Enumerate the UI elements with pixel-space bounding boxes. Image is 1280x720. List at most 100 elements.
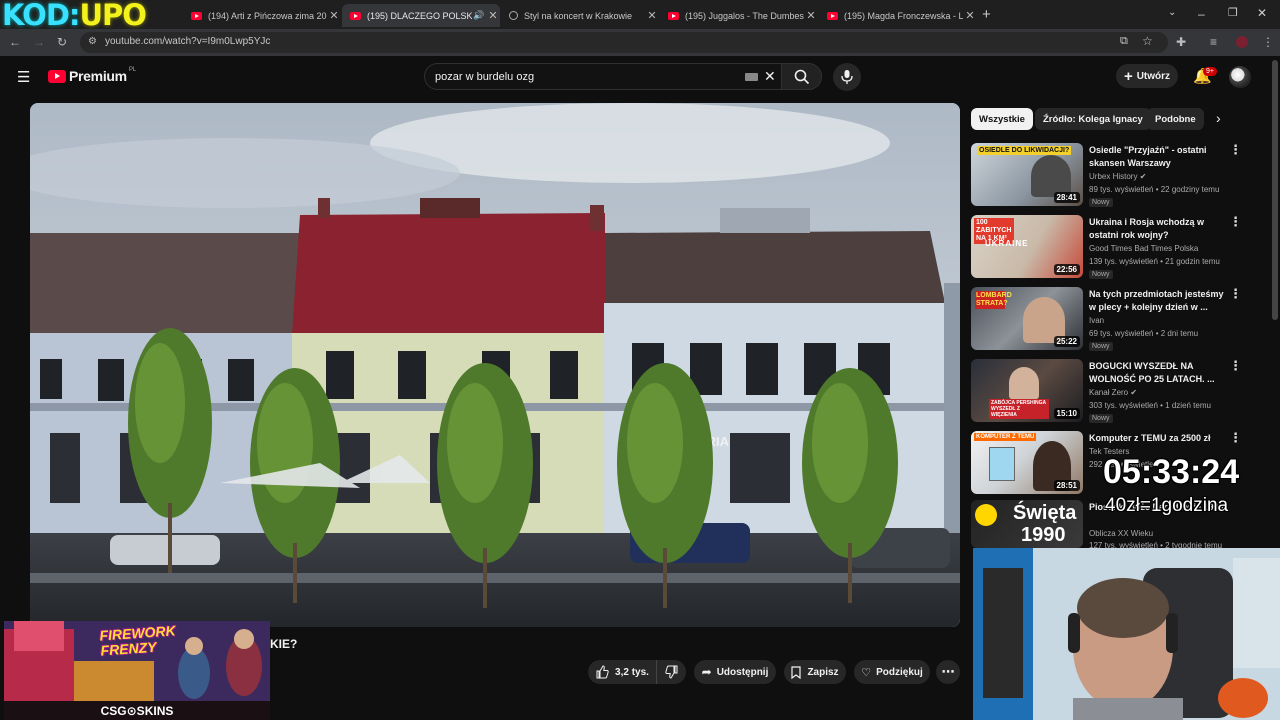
tab-1[interactable]: (194) Arti z Pińczowa zima 2016 ✕: [183, 4, 341, 27]
channel-name[interactable]: Urbex History ✔: [1089, 172, 1146, 181]
sponsor-ad-overlay: FIREWORK FRENZY CSG⊙SKINS: [4, 621, 270, 720]
tab-title: (195) DLACZEGO POLSKIE MIASTA: [367, 10, 472, 21]
recommendation-item[interactable]: OSIEDLE DO LIKWIDACJI? 28:41 Osiedle "Pr…: [971, 143, 1261, 209]
install-icon[interactable]: ⧉: [1120, 35, 1128, 48]
thumbnail[interactable]: OSIEDLE DO LIKWIDACJI? 28:41: [971, 143, 1083, 206]
ad-brand: CSG⊙SKINS: [4, 701, 270, 720]
tab-search-icon[interactable]: ⌄: [1168, 7, 1176, 18]
webcam-streamer-image: [973, 548, 1280, 720]
profile-avatar[interactable]: [1236, 36, 1248, 48]
rec-title[interactable]: Na tych przedmiotach jesteśmy w plecy + …: [1089, 288, 1229, 314]
more-options-icon[interactable]: ⋮: [1229, 359, 1242, 372]
browser-tab-bar: KOD:UPO (194) Arti z Pińczowa zima 2016 …: [0, 0, 1280, 32]
tab-title: (195) Juggalos - The Dumbest: [685, 10, 804, 21]
search-button[interactable]: [781, 63, 822, 90]
logo-part-1: KOD:: [2, 0, 80, 32]
close-icon[interactable]: ✕: [645, 9, 659, 22]
share-button[interactable]: ➦ Udostępnij: [694, 660, 776, 684]
tab-4[interactable]: (195) Juggalos - The Dumbest ✕: [660, 4, 818, 27]
thumb-text-2: UKRAINE: [985, 239, 1029, 248]
logo-text: Premium: [69, 68, 127, 84]
dislike-button[interactable]: [656, 660, 686, 684]
duration: 25:22: [1053, 336, 1080, 347]
hamburger-menu-icon[interactable]: ☰: [17, 68, 30, 86]
webcam-overlay: [973, 548, 1280, 720]
chip-source[interactable]: Źródło: Kolega Ignacy: [1035, 108, 1151, 130]
reading-list-icon[interactable]: ≡: [1210, 35, 1217, 49]
thumb-pc-case: [989, 447, 1015, 481]
thanks-button[interactable]: ♡ Podziękuj: [854, 660, 930, 684]
globe-icon: [509, 11, 518, 20]
extensions-icon[interactable]: ✚: [1176, 35, 1186, 49]
minimize-button[interactable]: –: [1198, 7, 1205, 21]
search-box[interactable]: pozar w burdelu ozg ✕: [424, 63, 822, 90]
ad-game-title: FIREWORK FRENZY: [99, 622, 177, 658]
forward-icon[interactable]: →: [33, 35, 45, 49]
search-input[interactable]: pozar w burdelu ozg: [435, 71, 534, 83]
rec-title[interactable]: Komputer z TEMU za 2500 zł: [1089, 432, 1229, 445]
account-avatar[interactable]: [1229, 66, 1251, 88]
chip-all[interactable]: Wszystkie: [971, 108, 1033, 130]
thumbnail[interactable]: KOMPUTER Z TEMU 28:51: [971, 431, 1083, 494]
create-button[interactable]: + Utwórz: [1116, 64, 1178, 88]
video-frame-townhouses: ERIA: [30, 103, 960, 627]
thumbnail[interactable]: Święta 1990: [971, 500, 1083, 548]
share-label: Udostępnij: [716, 666, 769, 678]
recommendation-item[interactable]: 100 ZABITYCH NA 1 KM² UKRAINE 22:56 Ukra…: [971, 215, 1261, 281]
back-icon[interactable]: ←: [9, 35, 21, 49]
recommendation-item[interactable]: LOMBARD STRATA? 25:22 Na tych przedmiota…: [971, 287, 1261, 353]
thumbnail[interactable]: LOMBARD STRATA? 25:22: [971, 287, 1083, 350]
address-bar[interactable]: ⚙ youtube.com/watch?v=I9m0Lwp5YJc ⧉ ☆: [80, 32, 1168, 53]
voice-search-button[interactable]: [833, 63, 861, 91]
channel-name[interactable]: Ivan: [1089, 316, 1104, 325]
keyboard-icon[interactable]: [745, 73, 758, 81]
rec-title[interactable]: BOGUCKI WYSZEDŁ NA WOLNOŚĆ PO 25 LATACH.…: [1089, 360, 1229, 386]
tab-5[interactable]: (195) Magda Fronczewska - Lal ✕: [819, 4, 977, 27]
thumb-person: [1031, 155, 1071, 197]
thumb-text: Święta: [1013, 502, 1077, 524]
clear-search-icon[interactable]: ✕: [764, 68, 776, 85]
channel-name[interactable]: Oblicza XX Wieku: [1089, 529, 1153, 538]
speaker-icon[interactable]: 🔊: [472, 10, 486, 21]
video-player[interactable]: ERIA: [30, 103, 960, 627]
close-icon[interactable]: ✕: [963, 9, 977, 22]
menu-kebab-icon[interactable]: ⋮: [1262, 35, 1274, 49]
rec-title[interactable]: Osiedle "Przyjaźń" - ostatni skansen War…: [1089, 144, 1229, 170]
more-options-icon[interactable]: ⋮: [1229, 431, 1242, 444]
chevron-right-icon[interactable]: ›: [1216, 110, 1221, 126]
maximize-button[interactable]: ❐: [1228, 6, 1238, 19]
scrollbar[interactable]: [1272, 60, 1278, 320]
bookmark-star-icon[interactable]: ☆: [1142, 34, 1153, 48]
like-button[interactable]: 3,2 tys.: [588, 660, 656, 684]
tab-2-active[interactable]: (195) DLACZEGO POLSKIE MIASTA 🔊 ✕: [342, 4, 500, 27]
tab-3[interactable]: Styl na koncert w Krakowie ✕: [501, 4, 659, 27]
rec-meta: 303 tys. wyświetleń • 1 dzień temu: [1089, 401, 1211, 410]
save-button[interactable]: Zapisz: [784, 660, 846, 684]
more-options-icon[interactable]: ⋮: [1229, 287, 1242, 300]
close-icon[interactable]: ✕: [804, 9, 818, 22]
window-close-button[interactable]: ✕: [1257, 6, 1267, 20]
more-actions-button[interactable]: ⋯: [936, 660, 960, 684]
mic-icon: [841, 70, 853, 84]
more-options-icon[interactable]: ⋮: [1229, 143, 1242, 156]
recommendation-item[interactable]: ZABÓJCA PERSHINGA WYSZEDŁ Z WIĘZIENIA 15…: [971, 359, 1261, 425]
close-icon[interactable]: ✕: [486, 9, 500, 22]
youtube-logo[interactable]: Premium PL: [48, 67, 136, 84]
thumbnail[interactable]: 100 ZABITYCH NA 1 KM² UKRAINE 22:56: [971, 215, 1083, 278]
site-info-icon[interactable]: ⚙: [88, 36, 97, 47]
more-options-icon[interactable]: ⋮: [1229, 215, 1242, 228]
thumbnail[interactable]: ZABÓJCA PERSHINGA WYSZEDŁ Z WIĘZIENIA 15…: [971, 359, 1083, 422]
url-text: youtube.com/watch?v=I9m0Lwp5YJc: [105, 36, 271, 47]
reload-icon[interactable]: ↻: [57, 35, 67, 49]
thumb-text: LOMBARD STRATA?: [975, 291, 1012, 309]
new-tab-button[interactable]: +: [982, 6, 991, 23]
rec-title[interactable]: Ukraina i Rosja wchodzą w ostatni rok wo…: [1089, 216, 1229, 242]
close-icon[interactable]: ✕: [327, 9, 341, 22]
save-label: Zapisz: [807, 666, 839, 678]
create-label: Utwórz: [1136, 70, 1171, 82]
chip-related[interactable]: Podobne: [1147, 108, 1204, 130]
new-badge: Nowy: [1089, 270, 1113, 279]
verified-icon: ✔: [1139, 172, 1147, 181]
channel-name[interactable]: Good Times Bad Times Polska: [1089, 244, 1198, 253]
channel-name[interactable]: Kanał Zero ✔: [1089, 388, 1137, 397]
